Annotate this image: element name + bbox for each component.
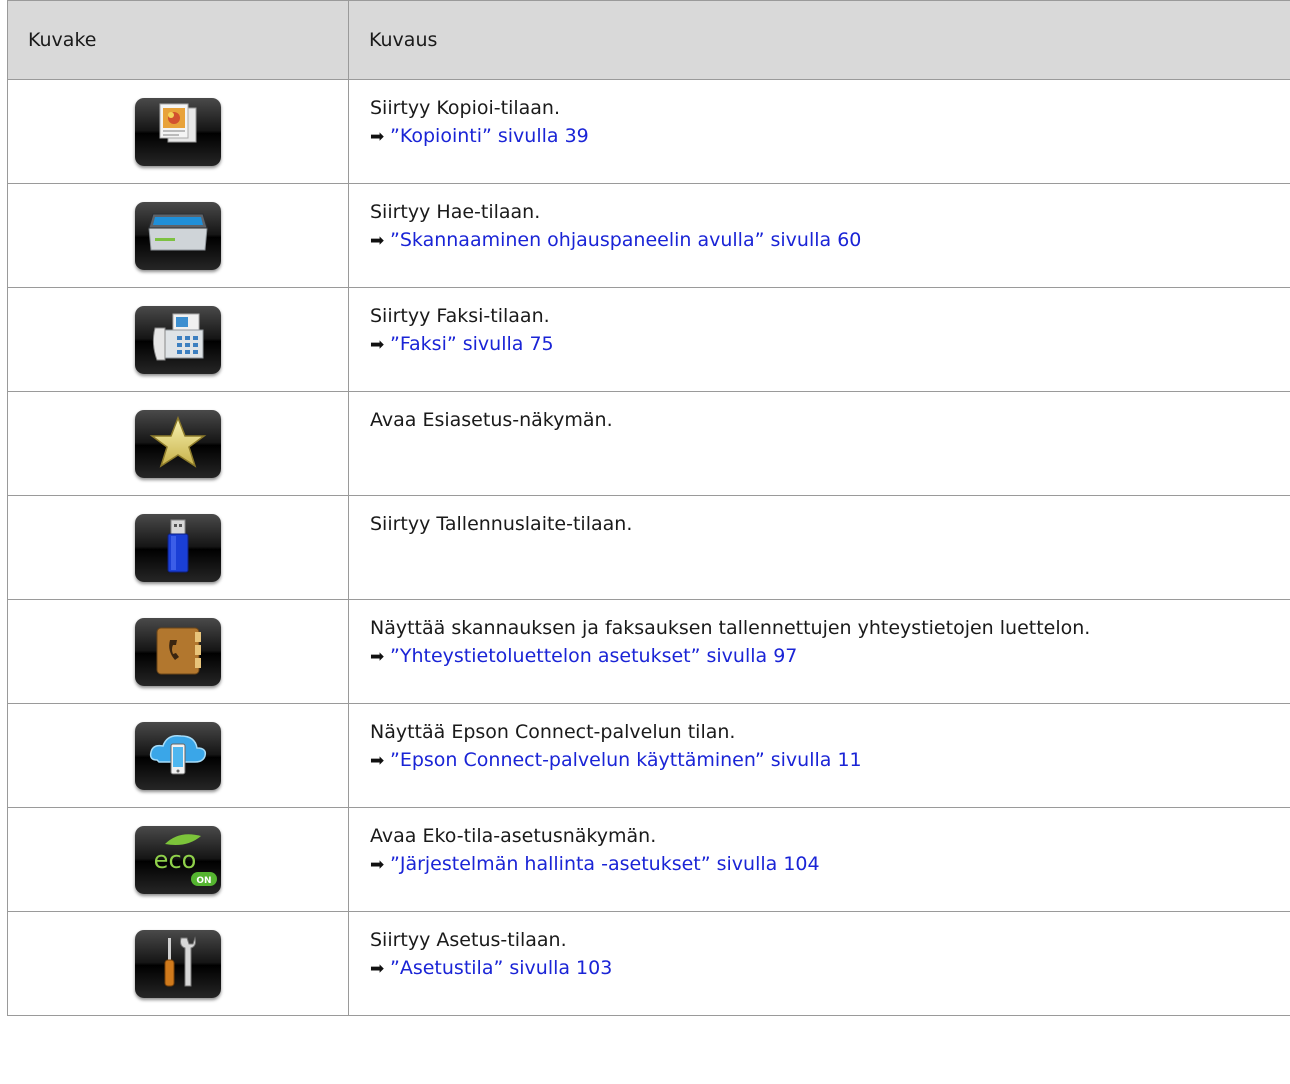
description-cell: Siirtyy Kopioi-tilaan. ➡ ”Kopiointi” sivu… [348,79,1290,184]
fax-icon [135,305,221,374]
description-cell: Siirtyy Asetus-tilaan. ➡ ”Asetustila” siv… [348,911,1290,1016]
table-row: Siirtyy Asetus-tilaan. ➡ ”Asetustila” siv… [7,911,1290,1016]
page-reference-link[interactable]: ”Järjestelmän hallinta -asetukset” sivul… [390,853,820,875]
page-reference-link[interactable]: ”Asetustila” sivulla 103 [390,957,612,979]
table-row: eco ON Avaa Eko-tila-asetusnäkymän. ➡ ”Jä… [7,807,1290,912]
scan-icon [135,201,221,270]
page-reference-link[interactable]: ”Epson Connect-palvelun käyttäminen” siv… [390,749,862,771]
page-reference-link[interactable]: ”Kopiointi” sivulla 39 [390,125,589,147]
icon-description-table: Kuvake Kuvaus Siirtyy Kopioi-tilaan. ➡ ”… [7,0,1290,1016]
icon-cell [7,79,349,184]
table-header-row: Kuvake Kuvaus [7,0,1290,80]
star-icon [135,409,221,478]
icon-cell [7,495,349,600]
copy-icon [135,97,221,166]
page-reference-link[interactable]: ”Yhteystietoluettelon asetukset” sivulla… [390,645,797,667]
eco-icon: eco ON [135,825,221,894]
usb-storage-icon [135,513,221,582]
setup-tools-icon [135,929,221,998]
arrow-right-icon: ➡ [370,855,385,875]
eco-on-badge: ON [196,876,211,886]
arrow-right-icon: ➡ [370,959,385,979]
description-cell: Avaa Esiasetus-näkymän. [348,391,1290,496]
column-header-description: Kuvaus [348,0,1290,80]
icon-cell [7,391,349,496]
icon-cell [7,183,349,288]
description-cell: Näyttää Epson Connect-palvelun tilan. ➡”… [348,703,1290,808]
arrow-right-icon: ➡ [370,647,385,667]
description-cell: Siirtyy Tallennuslaite-tilaan. [348,495,1290,600]
icon-cell [7,599,349,704]
table-row: Siirtyy Faksi-tilaan. ➡ ”Faksi” sivulla 7… [7,287,1290,392]
description-text: Siirtyy Tallennuslaite-tilaan. [370,513,633,535]
table-row: Näyttää Epson Connect-palvelun tilan. ➡”… [7,703,1290,808]
description-text: Siirtyy Hae-tilaan. [370,201,541,223]
arrow-right-icon: ➡ [370,751,385,771]
description-text: Avaa Esiasetus-näkymän. [370,409,613,431]
description-cell: Näyttää skannauksen ja faksauksen tallen… [348,599,1290,704]
icon-cell [7,703,349,808]
description-text: Siirtyy Asetus-tilaan. [370,929,567,951]
column-header-icon: Kuvake [7,0,349,80]
icon-cell [7,911,349,1016]
description-text: Näyttää skannauksen ja faksauksen tallen… [370,617,1091,639]
table-row: Siirtyy Kopioi-tilaan. ➡ ”Kopiointi” sivu… [7,79,1290,184]
table-row: Siirtyy Tallennuslaite-tilaan. [7,495,1290,600]
page-reference-link[interactable]: ”Faksi” sivulla 75 [390,333,554,355]
contacts-icon [135,617,221,686]
table-row: Näyttää skannauksen ja faksauksen tallen… [7,599,1290,704]
arrow-right-icon: ➡ [370,127,385,147]
epson-connect-icon [135,721,221,790]
arrow-right-icon: ➡ [370,335,385,355]
table-row: Avaa Esiasetus-näkymän. [7,391,1290,496]
eco-word: eco [154,846,197,874]
icon-cell: eco ON [7,807,349,912]
arrow-right-icon: ➡ [370,231,385,251]
icon-cell [7,287,349,392]
page-reference-link[interactable]: ”Skannaaminen ohjauspaneelin avulla” siv… [390,229,861,251]
description-cell: Siirtyy Faksi-tilaan. ➡ ”Faksi” sivulla 7… [348,287,1290,392]
description-text: Näyttää Epson Connect-palvelun tilan. [370,721,736,743]
description-text: Siirtyy Kopioi-tilaan. [370,97,561,119]
description-text: Avaa Eko-tila-asetusnäkymän. [370,825,657,847]
description-text: Siirtyy Faksi-tilaan. [370,305,550,327]
description-cell: Avaa Eko-tila-asetusnäkymän. ➡ ”Järjestel… [348,807,1290,912]
description-cell: Siirtyy Hae-tilaan. ➡ ”Skannaaminen ohjau… [348,183,1290,288]
table-row: Siirtyy Hae-tilaan. ➡ ”Skannaaminen ohjau… [7,183,1290,288]
